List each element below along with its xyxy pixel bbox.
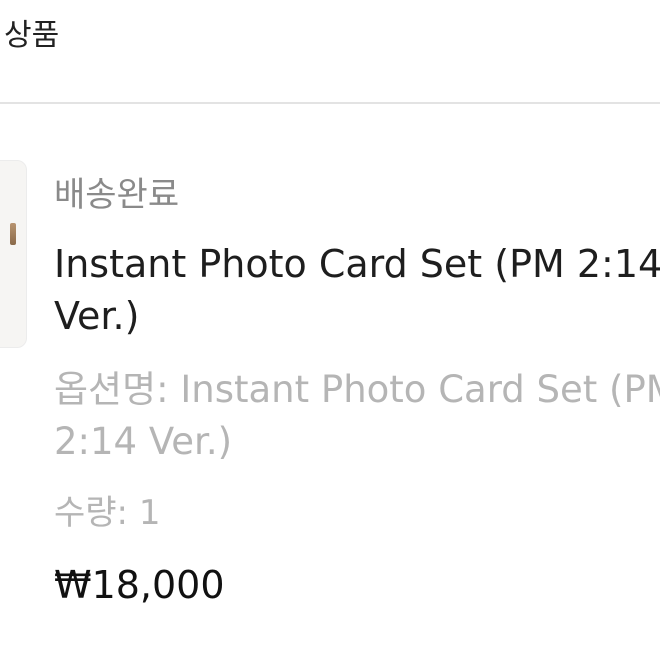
delivery-status: 배송완료	[54, 175, 180, 215]
product-thumbnail[interactable]	[0, 160, 27, 348]
order-item[interactable]: 배송완료 Instant Photo Card Set (PM 2:14 Ver…	[0, 104, 660, 660]
section-title: 상품	[4, 18, 60, 53]
item-price: ₩18,000	[54, 563, 225, 607]
product-name[interactable]: Instant Photo Card Set (PM 2:14 Ver.)	[54, 238, 660, 342]
option-line: 옵션명: Instant Photo Card Set (PM 2:14 Ver…	[54, 364, 660, 468]
product-image-icon	[10, 223, 16, 245]
quantity-label: 수량:	[54, 493, 129, 533]
quantity-line: 수량: 1	[54, 488, 160, 538]
order-detail-page: 상품 배송완료 Instant Photo Card Set (PM 2:14 …	[0, 0, 660, 660]
quantity-value: 1	[138, 493, 161, 533]
option-label: 옵션명:	[54, 368, 169, 411]
